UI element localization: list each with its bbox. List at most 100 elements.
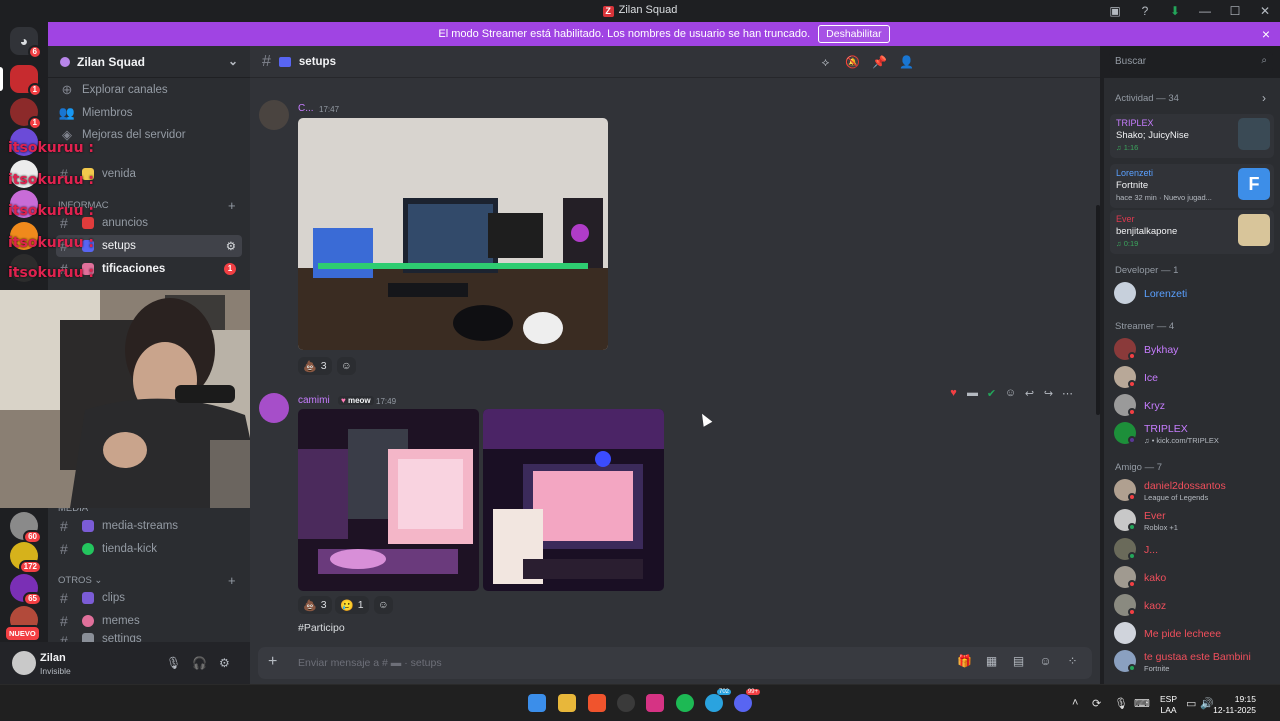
- member-list-icon[interactable]: 👤: [893, 55, 920, 69]
- member-item[interactable]: te gustaa este Bambini Fortnite: [1114, 647, 1278, 673]
- server-icon[interactable]: 172: [10, 542, 42, 574]
- guild-header[interactable]: Zilan Squad ⌄: [48, 46, 250, 78]
- message-image[interactable]: [483, 409, 664, 591]
- member-item[interactable]: TRIPLEX ♫ • kick.com/TRIPLEX: [1114, 419, 1278, 445]
- inbox-icon[interactable]: ▣: [1100, 4, 1130, 18]
- more-icon[interactable]: ⋯: [1058, 387, 1077, 400]
- help-icon[interactable]: ?: [1130, 4, 1160, 18]
- keyboard-icon[interactable]: ⌨: [1134, 697, 1154, 710]
- gif-icon[interactable]: ▦: [978, 654, 1005, 668]
- server-icon[interactable]: 60: [10, 512, 42, 544]
- activity-card[interactable]: Lorenzeti Fortnite hace 32 min · Nuevo j…: [1110, 164, 1274, 208]
- chevron-up-icon[interactable]: ˄: [1072, 697, 1092, 709]
- maximize-button[interactable]: ☐: [1220, 4, 1250, 18]
- message-image[interactable]: [298, 409, 479, 591]
- add-channel-icon[interactable]: +: [228, 573, 236, 588]
- chat-scrollbar[interactable]: [1096, 205, 1100, 415]
- guild-tag[interactable]: ♥ meow: [338, 396, 374, 405]
- language-indicator[interactable]: ESP LAA: [1160, 694, 1177, 716]
- reaction-rainbow-icon[interactable]: ▬: [963, 387, 982, 399]
- close-window-button[interactable]: ✕: [1250, 4, 1280, 18]
- network-icon[interactable]: ▭: [1186, 697, 1200, 710]
- channel-name: setups: [298, 55, 336, 68]
- member-item[interactable]: kako: [1114, 563, 1278, 589]
- reaction-heart-icon[interactable]: ♥: [944, 387, 963, 399]
- avatar[interactable]: [259, 393, 289, 423]
- message-composer[interactable]: + Enviar mensaje a # ▬ · setups 🎁 ▦ ▤ ☺ …: [258, 647, 1092, 679]
- user-panel: Zilan Invisible 🎙 🎧 ⚙: [0, 642, 250, 684]
- file-explorer-icon[interactable]: [558, 694, 576, 712]
- search-input[interactable]: Buscar ⌕: [1109, 52, 1273, 72]
- add-reaction-icon[interactable]: ☺: [1001, 387, 1020, 399]
- channel-media-streams[interactable]: # media-streams: [56, 515, 242, 537]
- threads-icon[interactable]: ⟡: [812, 55, 839, 70]
- member-item[interactable]: Ice: [1114, 363, 1278, 389]
- category-otros[interactable]: OTROS ⌄ +: [58, 573, 236, 588]
- sync-icon[interactable]: ⟳: [1092, 697, 1114, 710]
- message-image[interactable]: [298, 118, 608, 350]
- pin-icon[interactable]: 📌: [866, 55, 893, 69]
- chevron-right-icon[interactable]: ›: [1262, 91, 1266, 105]
- gift-icon[interactable]: 🎁: [951, 654, 978, 668]
- reply-icon[interactable]: ↩: [1020, 387, 1039, 400]
- instagram-icon[interactable]: [646, 694, 664, 712]
- avatar[interactable]: [12, 651, 36, 675]
- member-item[interactable]: J...: [1114, 535, 1278, 561]
- reaction-poop[interactable]: 💩 3: [298, 357, 332, 375]
- activity-card[interactable]: Ever benjitalkapone ♫ 0:19: [1110, 210, 1274, 254]
- server-icon[interactable]: 65: [10, 574, 42, 606]
- member-item[interactable]: daniel2dossantos League of Legends: [1114, 476, 1278, 502]
- minimize-button[interactable]: —: [1190, 4, 1220, 18]
- album-art: [1238, 118, 1270, 150]
- server-zilan-squad[interactable]: 1: [10, 65, 42, 97]
- hashtag-icon: #: [262, 52, 271, 70]
- add-channel-icon[interactable]: +: [228, 198, 236, 213]
- sidebar-item-members[interactable]: 👥 Miembros: [56, 102, 242, 124]
- member-item[interactable]: Kryz: [1114, 391, 1278, 417]
- guild-icon: [60, 56, 70, 67]
- add-reaction-icon[interactable]: ☺: [374, 596, 393, 614]
- download-icon[interactable]: ⬇: [1160, 4, 1190, 18]
- forward-icon[interactable]: ↪: [1039, 387, 1058, 400]
- channel-memes[interactable]: # memes: [56, 610, 242, 632]
- settings-gear-icon[interactable]: ⚙: [226, 239, 236, 253]
- avatar[interactable]: [259, 100, 289, 130]
- sidebar-item-explore[interactable]: ⊕ Explorar canales: [56, 79, 242, 101]
- server-icon[interactable]: 1: [10, 98, 42, 130]
- clock[interactable]: 19:15 12-11-2025: [1213, 694, 1256, 716]
- discord-icon[interactable]: 99+: [734, 689, 760, 712]
- microphone-icon[interactable]: 🎙: [166, 656, 181, 670]
- reaction-check-icon[interactable]: ✔: [982, 387, 1001, 400]
- member-item[interactable]: kaoz: [1114, 591, 1278, 617]
- message-author[interactable]: camimi: [298, 395, 330, 406]
- spotify-icon[interactable]: [676, 694, 694, 712]
- reaction-poop[interactable]: 💩 3: [298, 596, 332, 614]
- microphone-icon[interactable]: 🎙: [1114, 697, 1134, 710]
- member-item[interactable]: Bykhay: [1114, 335, 1278, 361]
- mute-icon[interactable]: 🔕: [839, 55, 866, 69]
- member-item[interactable]: Lorenzeti: [1114, 279, 1278, 305]
- sticker-icon[interactable]: ▤: [1005, 654, 1032, 668]
- close-banner-icon[interactable]: ×: [1262, 26, 1270, 42]
- add-reaction-icon[interactable]: ☺: [337, 357, 356, 375]
- telegram-icon[interactable]: 702: [705, 689, 731, 712]
- member-item[interactable]: Me pide lecheee: [1114, 619, 1278, 645]
- channel-tienda-kick[interactable]: # tienda-kick: [56, 538, 242, 560]
- emoji-icon[interactable]: ☺: [1032, 654, 1059, 668]
- apps-icon[interactable]: ⁘: [1059, 654, 1086, 668]
- activity-card[interactable]: TRIPLEX Shako; JuicyNise ♫ 1:16: [1110, 114, 1274, 158]
- attach-plus-icon[interactable]: +: [268, 653, 277, 671]
- start-icon[interactable]: [528, 694, 546, 712]
- channel-settings[interactable]: # settings: [56, 633, 242, 642]
- member-item[interactable]: Ever Roblox +1: [1114, 506, 1278, 532]
- user-settings-icon[interactable]: ⚙: [219, 656, 230, 670]
- channel-clips[interactable]: # clips: [56, 587, 242, 609]
- home-button[interactable]: ◕ 6: [10, 27, 42, 59]
- reaction-tear-smile[interactable]: 🥲 1: [335, 596, 369, 614]
- message-author[interactable]: C...: [298, 103, 314, 114]
- brave-browser-icon[interactable]: [588, 694, 606, 712]
- app-icon[interactable]: [617, 694, 635, 712]
- volume-icon[interactable]: 🔊: [1200, 697, 1214, 710]
- headphones-icon[interactable]: 🎧: [192, 656, 207, 670]
- disable-streamer-button[interactable]: Deshabilitar: [818, 25, 890, 43]
